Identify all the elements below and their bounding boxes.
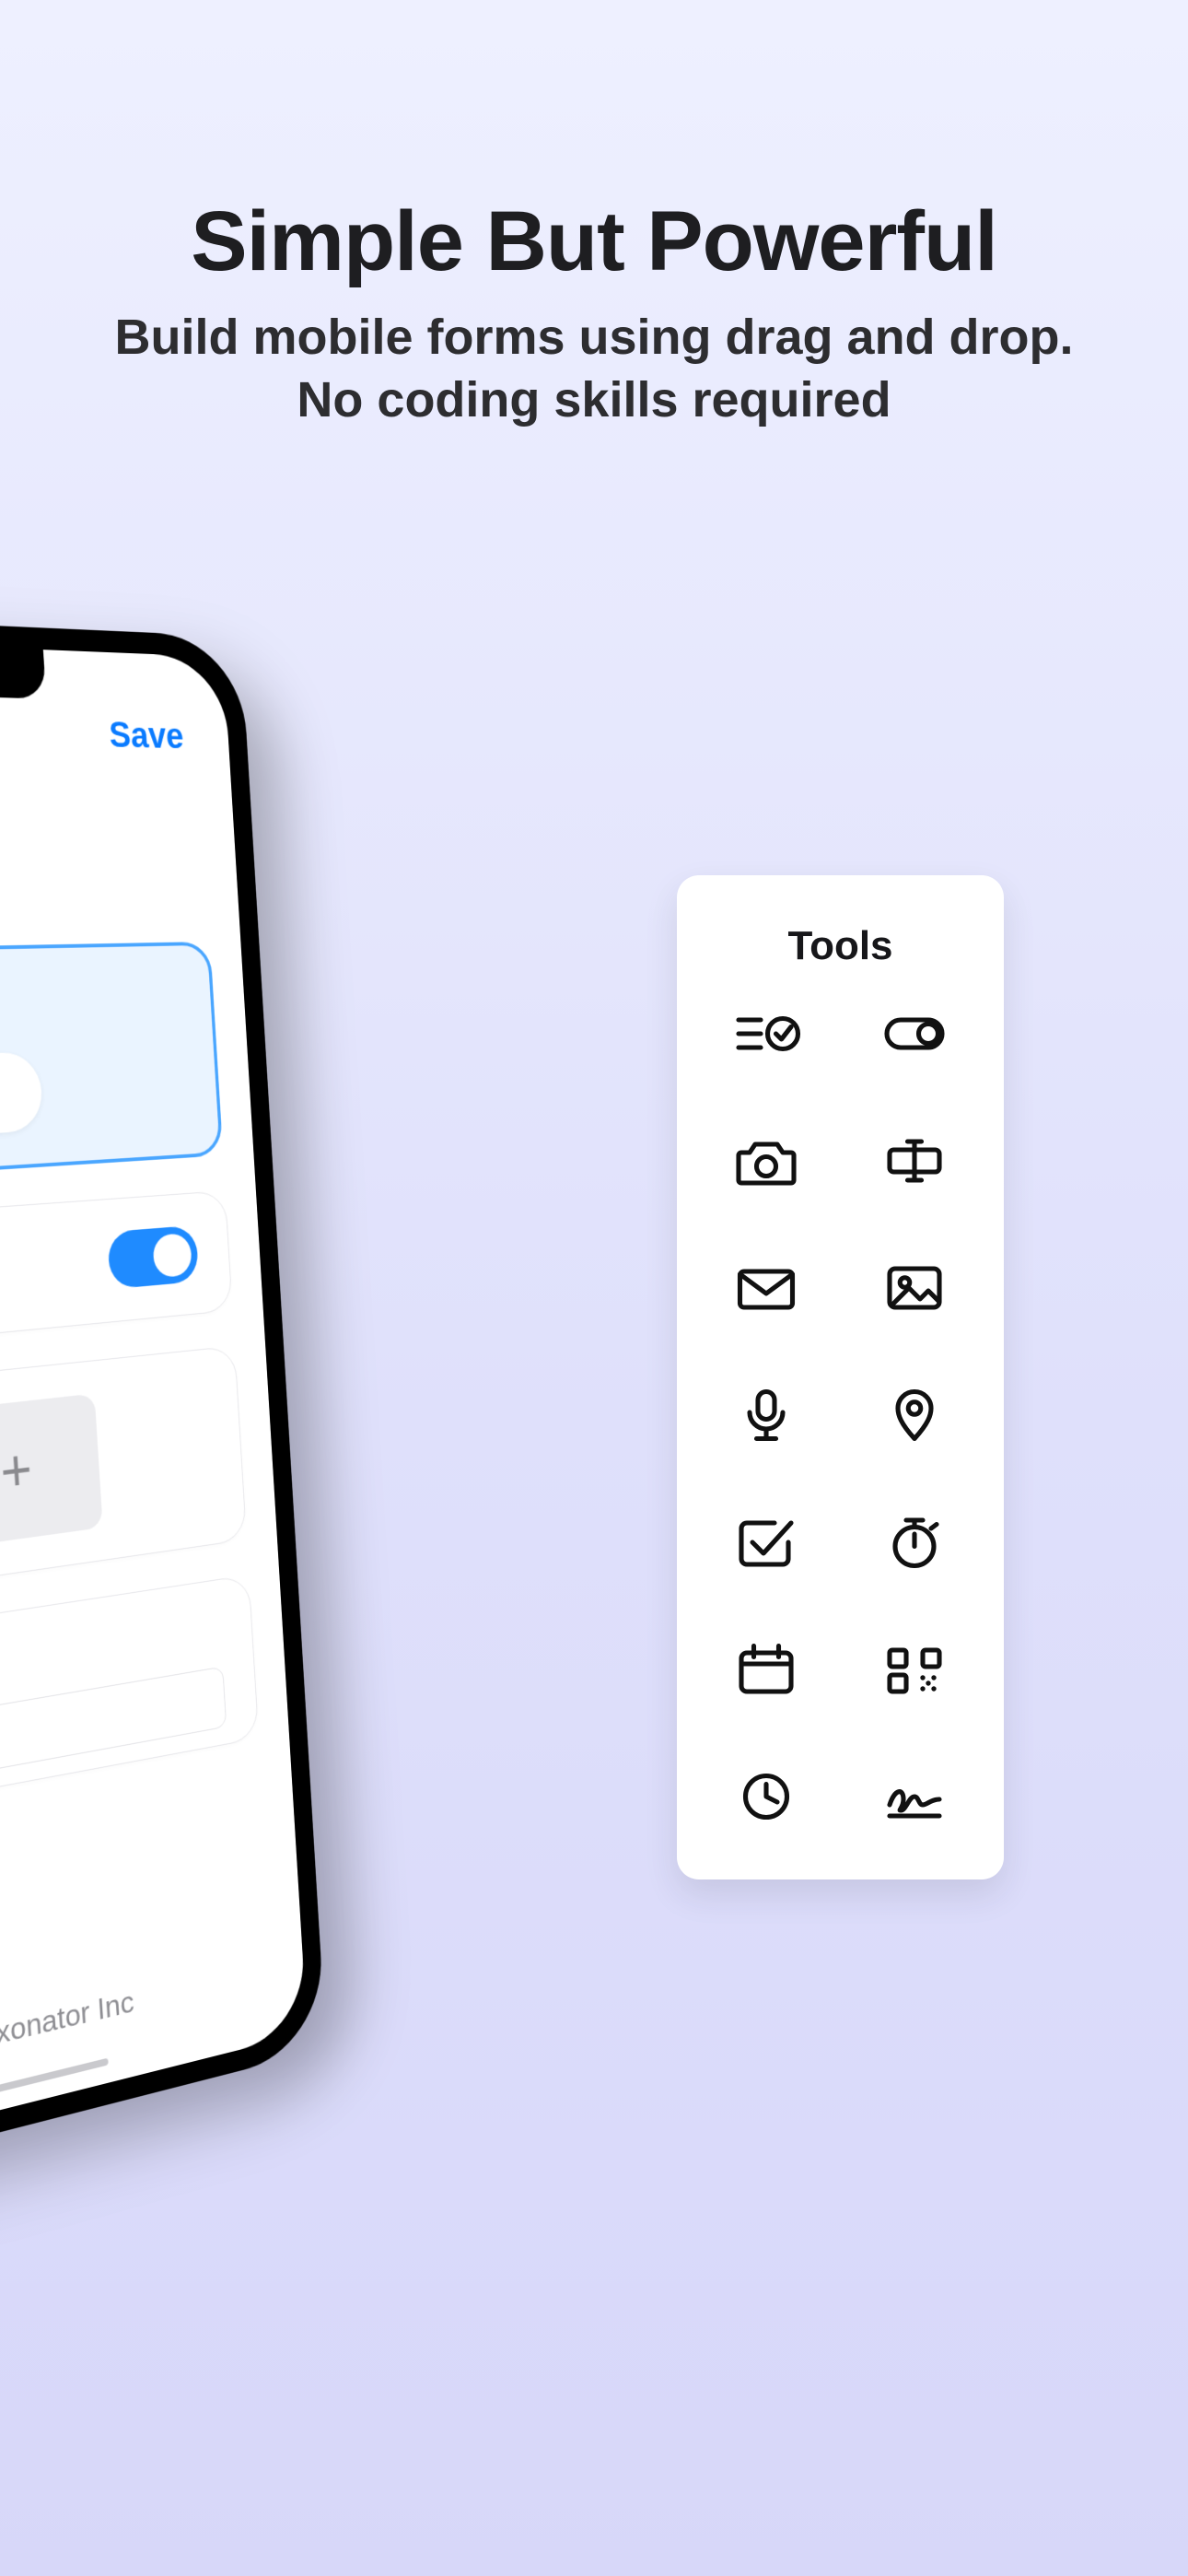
- toggle-card: for safety: [0, 1190, 233, 1364]
- section-label: ALS: [0, 876, 208, 913]
- tools-grid: [719, 1006, 961, 1824]
- form-title: Form: [0, 785, 205, 866]
- phone-frame: Save Form ALS rs tested to work? Yes No …: [0, 606, 326, 2216]
- email-icon[interactable]: [730, 1260, 802, 1316]
- question-text: rs tested to work?: [0, 978, 181, 1034]
- footer-text: 2024 | Axonator Inc: [0, 1985, 135, 2078]
- text-card[interactable]: s: [0, 1575, 259, 1842]
- home-indicator: [0, 2058, 109, 2111]
- toggle-switch[interactable]: [107, 1225, 199, 1290]
- textbox-icon[interactable]: [879, 1133, 950, 1188]
- yes-no-row: Yes No: [0, 1046, 187, 1150]
- add-photo-button[interactable]: +: [0, 1393, 103, 1550]
- hero-subtitle: Build mobile forms using drag and drop. …: [0, 307, 1188, 431]
- question-card-active[interactable]: rs tested to work? Yes No: [0, 942, 223, 1191]
- phone-mock: Save Form ALS rs tested to work? Yes No …: [0, 626, 332, 2137]
- toggle-icon[interactable]: [879, 1006, 950, 1061]
- qrcode-icon[interactable]: [879, 1642, 950, 1697]
- phone-screen: Save Form ALS rs tested to work? Yes No …: [0, 631, 308, 2187]
- no-button[interactable]: No: [0, 1051, 44, 1139]
- stopwatch-icon[interactable]: [879, 1515, 950, 1570]
- tools-panel: Tools: [677, 875, 1004, 1879]
- image-icon[interactable]: [879, 1260, 950, 1316]
- calendar-icon[interactable]: [730, 1642, 802, 1697]
- list-check-icon[interactable]: [730, 1006, 802, 1061]
- microphone-icon[interactable]: [730, 1388, 802, 1443]
- signature-icon[interactable]: [879, 1769, 950, 1824]
- checkbox-icon[interactable]: [730, 1515, 802, 1570]
- location-icon[interactable]: [879, 1388, 950, 1443]
- text-input[interactable]: [0, 1667, 227, 1816]
- clock-icon[interactable]: [730, 1769, 802, 1824]
- plus-icon: +: [0, 1435, 34, 1506]
- camera-icon[interactable]: [730, 1133, 802, 1188]
- phone-notch: [0, 639, 46, 698]
- hero-title: Simple But Powerful: [0, 193, 1188, 290]
- tools-title: Tools: [719, 923, 961, 969]
- save-button[interactable]: Save: [108, 715, 184, 757]
- photo-card: +: [0, 1345, 247, 1620]
- hero: Simple But Powerful Build mobile forms u…: [0, 0, 1188, 431]
